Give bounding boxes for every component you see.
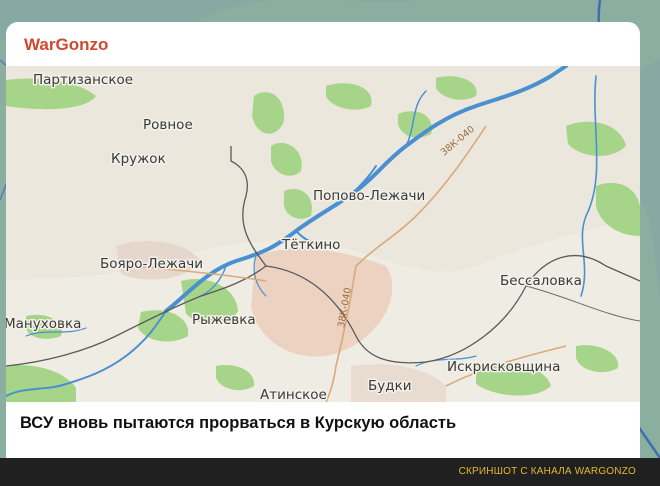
post-headline: ВСУ вновь пытаются прорваться в Курскую …	[20, 414, 457, 432]
place-manukhovka: Мануховка	[6, 316, 81, 332]
place-iskriskovshchina: Искрисковщина	[447, 359, 560, 375]
place-kruzhok: Кружок	[111, 151, 166, 167]
place-popovo-lezhachi: Попово-Лежачи	[313, 188, 425, 204]
map-image[interactable]: 38К-040 38К-040 Партизанское Ровное Круж…	[6, 66, 640, 402]
place-partizanskoe: Партизанское	[33, 72, 133, 88]
place-boyaro-lezhachi: Бояро-Лежачи	[100, 256, 203, 272]
place-bessalovka: Бессаловка	[500, 273, 582, 289]
place-budki: Будки	[368, 378, 412, 394]
place-ryzhevka: Рыжевка	[192, 312, 256, 328]
post-header: WarGonzo	[6, 22, 640, 66]
place-rovnoe: Ровное	[143, 117, 193, 133]
place-atinskoe: Атинское	[260, 387, 327, 402]
place-tyotkino: Тёткино	[281, 237, 340, 253]
post-card: WarGonzo 38К-040 38К-040 Партизанское Ро…	[6, 22, 640, 458]
screenshot-credit: СКРИНШОТ С КАНАЛА WARGONZO	[458, 466, 636, 477]
channel-name[interactable]: WarGonzo	[24, 35, 108, 55]
footer-bar: СКРИНШОТ С КАНАЛА WARGONZO	[0, 458, 660, 486]
